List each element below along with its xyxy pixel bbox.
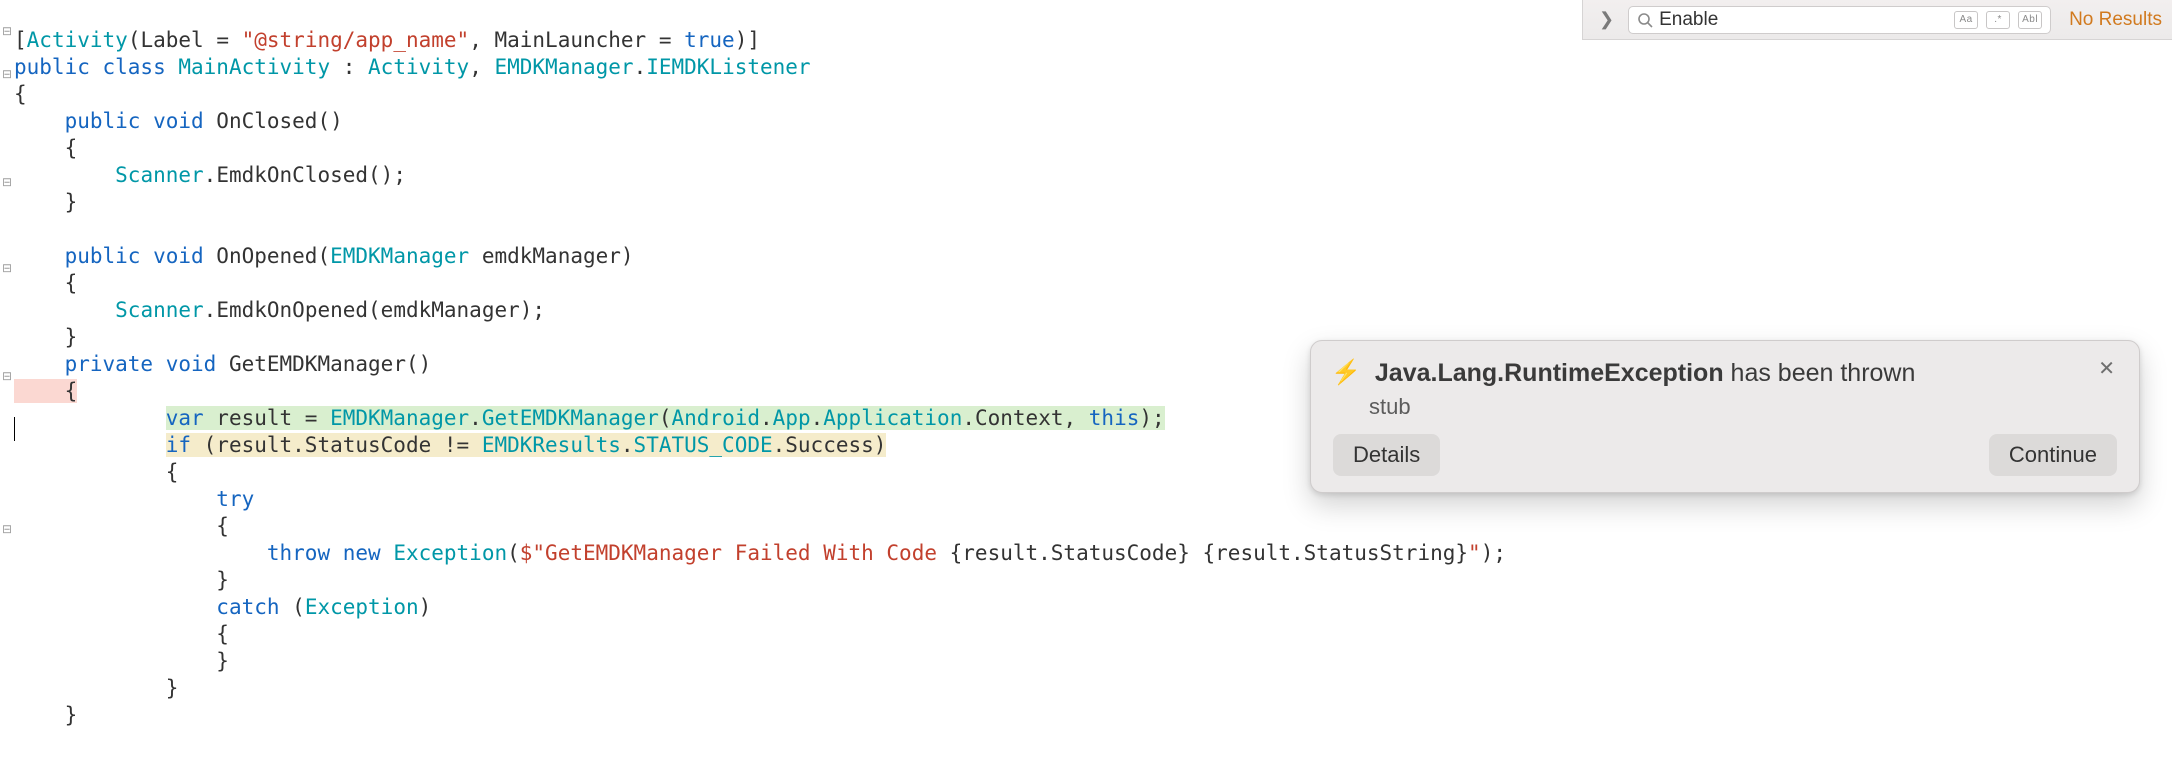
code-line: {: [14, 271, 77, 295]
fold-toggle[interactable]: ⊟: [0, 261, 14, 275]
code-line: {: [14, 136, 77, 160]
code-line: }: [14, 190, 77, 214]
code-line: try: [14, 487, 254, 511]
fold-toggle[interactable]: ⊟: [0, 522, 14, 536]
fold-toggle[interactable]: ⊟: [0, 175, 14, 189]
code-line: var result = EMDKManager.GetEMDKManager(…: [14, 406, 1165, 430]
code-line: if (result.StatusCode != EMDKResults.STA…: [14, 433, 886, 457]
code-line: Scanner.EmdkOnClosed();: [14, 163, 406, 187]
code-line: public void OnOpened(EMDKManager emdkMan…: [14, 244, 634, 268]
code-line: {: [14, 379, 77, 403]
code-line: public void OnClosed(): [14, 109, 343, 133]
fold-toggle[interactable]: ⊟: [0, 67, 14, 81]
code-line: {: [14, 460, 178, 484]
code-line: }: [14, 703, 77, 727]
fold-toggle[interactable]: ⊟: [0, 369, 14, 383]
fold-toggle[interactable]: ⊟: [0, 24, 14, 38]
code-line: public class MainActivity : Activity, EM…: [14, 55, 811, 79]
code-line: private void GetEMDKManager(): [14, 352, 431, 376]
code-line: Scanner.EmdkOnOpened(emdkManager);: [14, 298, 545, 322]
code-line: }: [14, 325, 77, 349]
code-line: {: [14, 622, 229, 646]
code-line: }: [14, 568, 229, 592]
code-line: [Activity(Label = "@string/app_name", Ma…: [14, 28, 760, 52]
code-line: }: [14, 649, 229, 673]
code-line: catch (Exception): [14, 595, 431, 619]
details-button[interactable]: Details: [1333, 434, 1440, 476]
code-line: {: [14, 514, 229, 538]
continue-button[interactable]: Continue: [1989, 434, 2117, 476]
code-line: throw new Exception($"GetEMDKManager Fai…: [14, 541, 1506, 565]
close-icon[interactable]: ✕: [2094, 359, 2119, 379]
text-caret: [14, 417, 15, 441]
exception-popup: ⚡ Java.Lang.RuntimeException has been th…: [1310, 340, 2140, 493]
code-line: {: [14, 82, 27, 106]
exception-message: stub: [1369, 394, 2119, 420]
lightning-icon: ⚡: [1331, 359, 1361, 387]
code-line: }: [14, 676, 178, 700]
fold-gutter: ⊟ ⊟ ⊟ ⊟ ⊟ ⊟: [0, 0, 14, 776]
exception-title: Java.Lang.RuntimeException has been thro…: [1375, 359, 2080, 388]
